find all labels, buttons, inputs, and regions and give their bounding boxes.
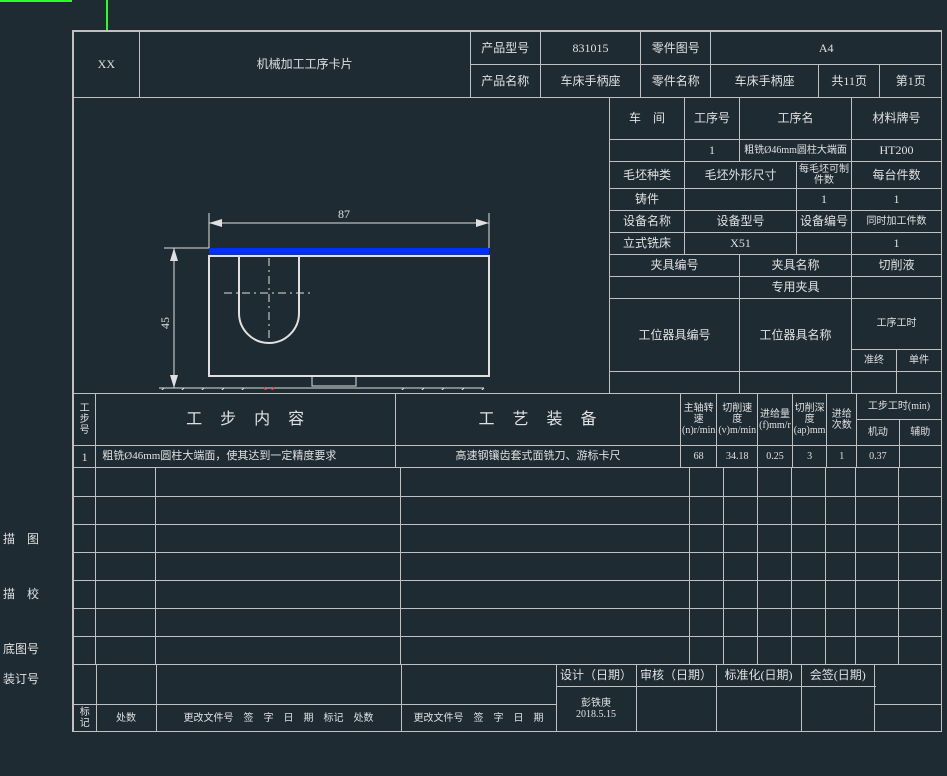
- step-machine: 0.37: [857, 446, 900, 468]
- workshop-label: 车 间: [610, 98, 685, 140]
- op-name: 粗铣Ø46mm圆柱大端面: [740, 140, 852, 162]
- product-model: 831015: [540, 32, 640, 65]
- blank-dim-label: 毛坯外形尺寸: [685, 162, 797, 189]
- crosshair-horizontal: [0, 0, 72, 2]
- side-label-proof: 描 校: [3, 585, 39, 604]
- prep-label: 准终: [852, 349, 897, 371]
- equip-name-label: 设备名称: [610, 211, 685, 233]
- page-no: 第1页: [880, 65, 942, 98]
- blank-dim: [685, 189, 797, 211]
- foot-loc: 处数: [96, 705, 156, 732]
- part-name: 车床手柄座: [711, 65, 819, 98]
- title-cell: 机械加工工序卡片: [139, 32, 470, 97]
- foot-check-label: 审核（日期）: [636, 665, 716, 687]
- op-name-label: 工序名: [740, 98, 852, 140]
- per-machine-label: 每台件数: [852, 162, 942, 189]
- equip-no: [797, 233, 852, 255]
- side-label-base: 底图号: [3, 640, 39, 659]
- header-table: XX 机械加工工序卡片 产品型号 831015 零件图号 A4 产品名称 车床手…: [74, 32, 942, 98]
- company-cell: XX: [74, 32, 139, 97]
- unit: [897, 371, 942, 393]
- step-row: 1 粗铣Ø46mm圆柱大端面，使其达到一定精度要求 高速钢镶齿套式面铣刀、游标卡…: [74, 446, 942, 468]
- product-name-label: 产品名称: [470, 65, 540, 98]
- station-no: [610, 371, 740, 393]
- col-content: 工步内容: [96, 394, 396, 446]
- op-no: 1: [685, 140, 740, 162]
- step-depth: 3: [792, 446, 827, 468]
- col-machine: 机动: [857, 420, 900, 446]
- foot-design-label: 设计（日期）: [556, 665, 636, 687]
- part-drawing-svg: 87 45: [74, 98, 609, 390]
- step-feed: 0.25: [758, 446, 793, 468]
- coolant-label: 切削液: [852, 255, 942, 277]
- part-drawing-label: 零件图号: [641, 32, 711, 65]
- dim-w: 87: [338, 207, 350, 221]
- product-name: 车床手柄座: [540, 65, 640, 98]
- fixture-no: [610, 277, 740, 299]
- equip-model-label: 设备型号: [685, 211, 797, 233]
- unit-label: 单件: [897, 349, 942, 371]
- step-header-table: 工步号 工步内容 工艺装备 主轴转速(n)r/min 切削速度(v)m/min …: [74, 394, 942, 469]
- material-label: 材料牌号: [852, 98, 942, 140]
- foot-sign-label: 会签(日期): [801, 665, 875, 687]
- foot-designer: 彭铁庚2018.5.15: [556, 687, 636, 732]
- material: HT200: [852, 140, 942, 162]
- station-name: [740, 371, 852, 393]
- per-machine: 1: [852, 189, 942, 211]
- workshop: [610, 140, 685, 162]
- col-step-no: 工步号: [74, 394, 96, 446]
- process-card-sheet: XX 机械加工工序卡片 产品型号 831015 零件图号 A4 产品名称 车床手…: [72, 30, 942, 732]
- footer-table: 设计（日期） 审核（日期） 标准化(日期) 会签(日期) 彭铁庚2018.5.1…: [74, 665, 942, 733]
- fixture-no-label: 夹具编号: [610, 255, 740, 277]
- prep: [852, 371, 897, 393]
- step-no: 1: [74, 446, 96, 468]
- step-spindle: 68: [681, 446, 717, 468]
- foot-mark: 标记: [74, 705, 96, 732]
- col-tooling: 工艺装备: [396, 394, 681, 446]
- per-blank-label: 每毛坯可制件数: [797, 162, 852, 189]
- step-passes: 1: [827, 446, 857, 468]
- equip-name: 立式铣床: [610, 233, 685, 255]
- simul: 1: [852, 233, 942, 255]
- op-no-label: 工序号: [685, 98, 740, 140]
- process-time-label: 工序工时: [852, 299, 942, 350]
- step-tooling: 高速钢镶齿套式面铣刀、游标卡尺: [396, 446, 681, 468]
- station-name-label: 工位器具名称: [740, 299, 852, 372]
- equip-no-label: 设备编号: [797, 211, 852, 233]
- part-name-label: 零件名称: [641, 65, 711, 98]
- side-label-drawing: 描 图: [3, 530, 39, 549]
- blank-type-label: 毛坯种类: [610, 162, 685, 189]
- step-aux: [899, 446, 941, 468]
- drawing-info-table: 87 45 车 间 工序号 工序名 材料牌号 1 粗铣Ø46mm圆柱: [74, 98, 942, 394]
- coolant: [852, 277, 942, 299]
- step-content: 粗铣Ø46mm圆柱大端面，使其达到一定精度要求: [96, 446, 396, 468]
- col-cut-speed: 切削速度(v)m/min: [717, 394, 758, 446]
- station-no-label: 工位器具编号: [610, 299, 740, 372]
- col-passes: 进给次数: [827, 394, 857, 446]
- step-cut-speed: 34.18: [717, 446, 758, 468]
- drawing-area: 87 45: [74, 98, 610, 394]
- foot-standard-label: 标准化(日期): [716, 665, 801, 687]
- col-aux: 辅助: [899, 420, 941, 446]
- col-spindle: 主轴转速(n)r/min: [681, 394, 717, 446]
- empty-grid: [74, 468, 942, 665]
- crosshair-vertical: [106, 0, 108, 30]
- col-depth: 切削深度(ap)mm: [792, 394, 827, 446]
- blank-type: 铸件: [610, 189, 685, 211]
- col-step-time: 工步工时(min): [857, 394, 942, 420]
- equip-model: X51: [685, 233, 797, 255]
- simul-label: 同时加工件数: [852, 211, 942, 233]
- fixture-name: 专用夹具: [740, 277, 852, 299]
- per-blank: 1: [797, 189, 852, 211]
- col-feed: 进给量(f)mm/r: [758, 394, 793, 446]
- total-pages: 共11页: [818, 65, 880, 98]
- part-drawing: A4: [711, 32, 942, 65]
- product-model-label: 产品型号: [470, 32, 540, 65]
- dim-h: 45: [158, 317, 172, 329]
- side-label-binding: 装订号: [3, 670, 39, 689]
- fixture-name-label: 夹具名称: [740, 255, 852, 277]
